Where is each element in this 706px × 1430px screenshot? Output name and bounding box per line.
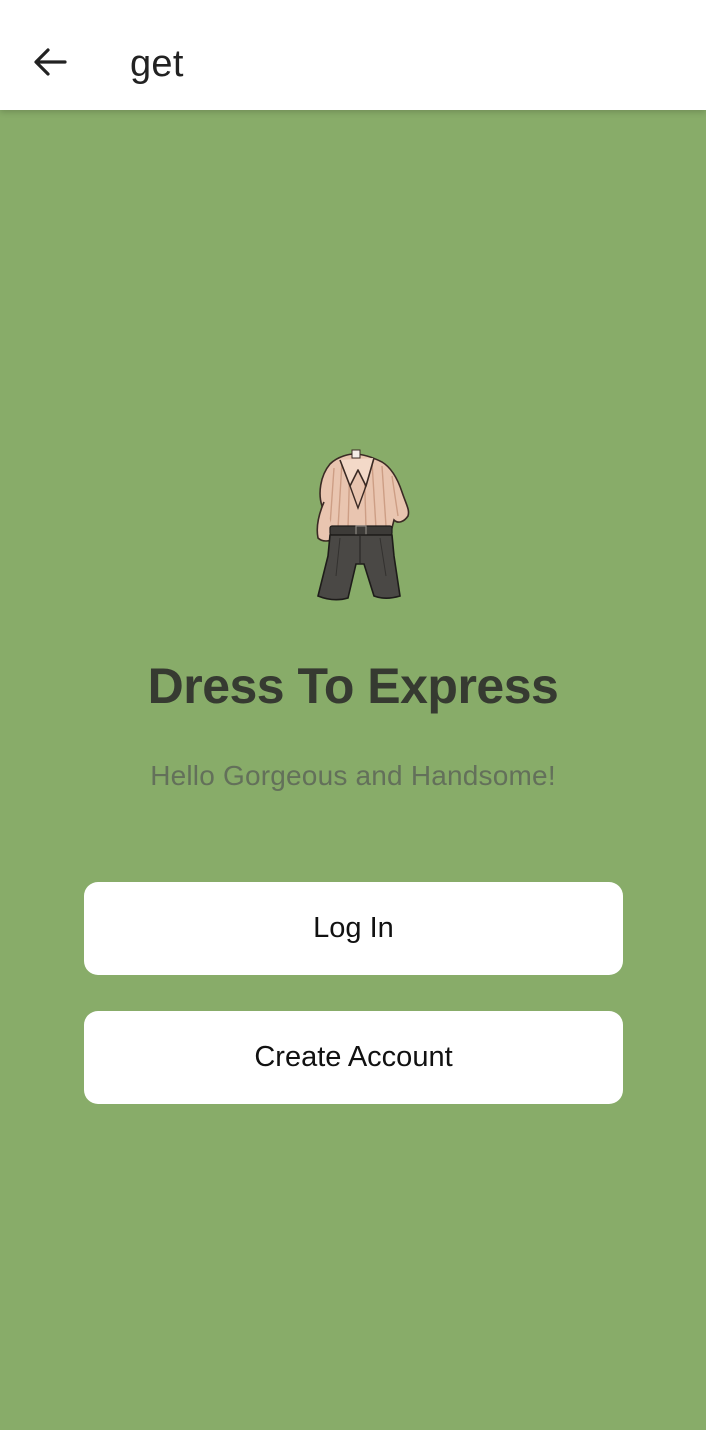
app-bar-title: get bbox=[130, 43, 184, 85]
welcome-subtitle: Hello Gorgeous and Handsome! bbox=[150, 760, 556, 791]
back-button[interactable] bbox=[24, 36, 76, 88]
welcome-screen: Dress To Express Hello Gorgeous and Hand… bbox=[0, 110, 706, 1430]
create-account-button[interactable]: Create Account bbox=[84, 1011, 623, 1104]
arrow-left-icon bbox=[34, 48, 67, 76]
app-headline: Dress To Express bbox=[147, 658, 559, 714]
log-in-button[interactable]: Log In bbox=[84, 882, 623, 975]
outfit-illustration-icon bbox=[316, 449, 410, 601]
app-bar: get bbox=[0, 0, 706, 110]
